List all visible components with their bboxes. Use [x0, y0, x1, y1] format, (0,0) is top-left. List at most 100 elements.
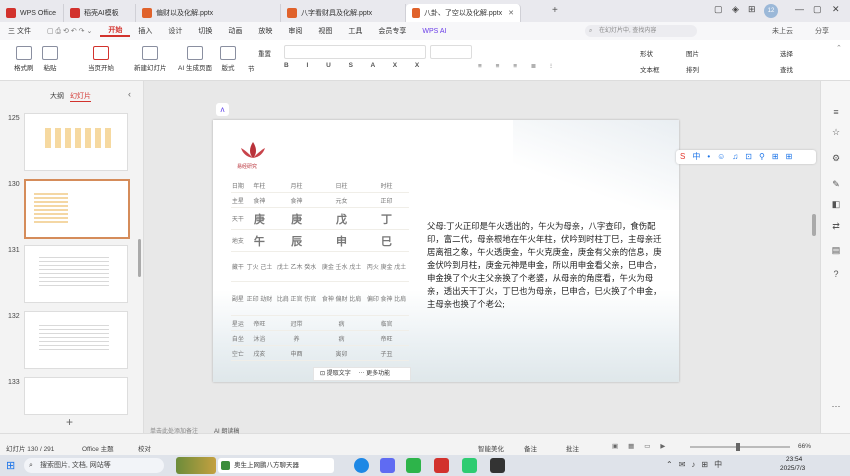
font-family-select[interactable] — [284, 45, 426, 59]
edge-icon[interactable] — [354, 458, 369, 473]
view-mode-buttons[interactable]: ▣▦▭▶ — [612, 442, 675, 450]
doc-tab-template[interactable]: 稻壳AI模板 — [64, 4, 136, 22]
grid-icon[interactable]: ⊞ — [748, 4, 756, 15]
windows-start-icon[interactable]: ⊞ — [6, 459, 15, 472]
menu-file[interactable]: 三 文件 — [0, 26, 39, 36]
star-icon[interactable]: ☆ — [831, 127, 841, 137]
clock-time[interactable]: 23:54 — [786, 456, 802, 463]
more-icon[interactable]: ⋯ — [831, 401, 841, 411]
menu-animation[interactable]: 动画 — [220, 26, 250, 36]
arrange-button[interactable]: 排列 — [686, 64, 699, 74]
more-functions-button[interactable]: ⋯ 更多功能 — [358, 371, 390, 377]
properties-icon[interactable]: ≡ — [831, 107, 841, 117]
canvas-scrollbar[interactable] — [812, 214, 816, 236]
beautify-button[interactable]: 智能美化 — [478, 443, 504, 453]
tray-icons[interactable]: ⌃✉♪⊞中 — [666, 459, 728, 470]
font-size-select[interactable] — [430, 45, 472, 59]
menu-slideshow[interactable]: 放映 — [250, 26, 280, 36]
menu-member[interactable]: 会员专享 — [370, 26, 414, 36]
close-tab-icon[interactable]: ✕ — [508, 9, 514, 17]
zoom-level[interactable]: 66% — [798, 443, 811, 450]
maximize-icon[interactable]: ▢ — [813, 4, 822, 15]
clock-date[interactable]: 2025/7/3 — [780, 465, 805, 472]
ai-assist-icon[interactable]: ʌ — [216, 103, 229, 116]
format-painter-button[interactable]: 格式刷 — [14, 46, 34, 72]
shape-button[interactable]: 形状 — [640, 48, 653, 58]
ai-page-button[interactable]: AI 生成页面 — [178, 46, 212, 72]
panel-scrollbar[interactable] — [138, 239, 141, 277]
notes-button[interactable]: 备注 — [524, 443, 537, 453]
select-button[interactable]: 选择 — [780, 48, 793, 58]
slide-thumbnail[interactable] — [24, 113, 128, 171]
avatar[interactable]: 12 — [764, 4, 778, 18]
extract-text-button[interactable]: ⊡ 提取文字 — [320, 371, 351, 377]
active-window-button[interactable]: 奥生上网鹏八方聊天器 — [218, 458, 334, 473]
doc-tab-active[interactable]: 八卦、了空以及化解.pptx ✕ — [406, 4, 521, 22]
font-style-buttons[interactable]: B I U S A X X — [284, 62, 427, 69]
new-tab-icon[interactable]: + — [552, 5, 558, 16]
picture-button[interactable]: 图片 — [686, 48, 699, 58]
paragraph-buttons[interactable]: ≡ ≡ ≡ ≣ ⁝ — [478, 62, 558, 70]
new-slide-button[interactable]: 新建幻灯片 — [134, 46, 167, 72]
search-input[interactable]: ⌕ 在幻灯片中, 查找内容 — [585, 25, 697, 37]
menu-design[interactable]: 设计 — [160, 26, 190, 36]
collapse-panel-icon[interactable]: ‹ — [128, 89, 131, 99]
slide-thumbnail-selected[interactable] — [24, 179, 130, 239]
minimize-icon[interactable]: — — [795, 4, 804, 14]
tab-slides[interactable]: 幻灯片 — [70, 91, 91, 102]
taskbar-search-input[interactable]: ⌕ 搜索图片, 文档, 网站等 — [24, 458, 164, 473]
slide-thumbnail[interactable] — [24, 245, 128, 303]
theme-name[interactable]: Office 主题 — [82, 443, 114, 453]
wps-taskbar-icon[interactable] — [434, 458, 449, 473]
wechat-icon[interactable] — [406, 458, 421, 473]
animation-icon[interactable]: ◧ — [831, 199, 841, 209]
analysis-paragraph[interactable]: 父母:丁火正印是午火透出的，午火为母亲，八字查印，食伤配印，富二代，母亲根地在午… — [427, 220, 667, 311]
menu-home[interactable]: 开始 — [100, 25, 131, 37]
close-window-icon[interactable]: ✕ — [832, 4, 840, 15]
slide-thumbnail[interactable] — [24, 311, 128, 369]
tab-outline[interactable]: 大纲 — [50, 91, 64, 101]
notes-app-icon[interactable] — [462, 458, 477, 473]
comment-icon[interactable]: ▤ — [831, 245, 841, 255]
quick-access-icons[interactable]: ▢ ⎙ ⟲ ↶ ↷ ⌄ — [39, 27, 100, 36]
play-from-current-button[interactable]: 当页开始 — [88, 46, 114, 72]
ime-toolbar[interactable]: S中•☺♫⊡⚲⊞⊞ — [676, 150, 816, 164]
ribbon-toolbar: 格式刷 粘贴 当页开始 新建幻灯片 AI 生成页面 版式 节 重置 B I U … — [0, 40, 850, 81]
slide-thumbnail[interactable] — [24, 377, 128, 415]
transition-icon[interactable]: ⇄ — [831, 221, 841, 231]
zoom-slider[interactable] — [690, 443, 790, 451]
layout-button[interactable]: 版式 — [220, 46, 236, 72]
doc-tab-1[interactable]: 偏财以及化解.pptx — [136, 4, 281, 22]
doc-tab-2[interactable]: 八字看财具及化解.pptx — [281, 4, 406, 22]
tool-icon[interactable]: ⚙ — [831, 153, 841, 163]
help-icon[interactable]: ? — [831, 269, 841, 279]
wps-home-tab[interactable]: WPS Office — [0, 4, 64, 22]
reset-button[interactable]: 重置 — [258, 48, 271, 58]
menu-tools[interactable]: 工具 — [340, 26, 370, 36]
menu-view[interactable]: 视图 — [310, 26, 340, 36]
ai-app-icon[interactable] — [380, 458, 395, 473]
slide[interactable]: 易经研究 日期 年柱 月柱 日柱 时柱 主星 食神 食神 元女 正印 天干 庚 … — [213, 120, 679, 382]
comments-button[interactable]: 批注 — [566, 443, 579, 453]
menu-review[interactable]: 审阅 — [280, 26, 310, 36]
skin-icon[interactable]: ◈ — [732, 4, 739, 15]
ai-note-button[interactable]: AI 朗读稿 — [214, 426, 239, 435]
menu-transition[interactable]: 切换 — [190, 26, 220, 36]
menu-insert[interactable]: 插入 — [130, 26, 160, 36]
terminal-icon[interactable] — [490, 458, 505, 473]
collapse-ribbon-icon[interactable]: ⌃ — [836, 44, 842, 52]
menu-wps-ai[interactable]: WPS AI — [414, 28, 454, 35]
textbox-button[interactable]: 文本框 — [640, 64, 660, 74]
weather-widget[interactable] — [176, 457, 216, 474]
edit-icon[interactable]: ✎ — [831, 179, 841, 189]
zoom-slider-handle[interactable] — [736, 443, 740, 451]
find-button[interactable]: 查找 — [780, 64, 793, 74]
cloud-status[interactable]: 未上云 — [772, 26, 793, 36]
section-button[interactable]: 节 — [248, 63, 255, 73]
share-button[interactable]: 分享 — [815, 26, 829, 36]
add-slide-button[interactable]: + — [66, 415, 73, 429]
mobile-icon[interactable]: ▢ — [714, 4, 723, 15]
proofread-button[interactable]: 校对 — [138, 443, 151, 453]
paste-button[interactable]: 粘贴 — [42, 46, 58, 72]
notes-placeholder[interactable]: 单击此处添加备注 — [150, 426, 198, 435]
